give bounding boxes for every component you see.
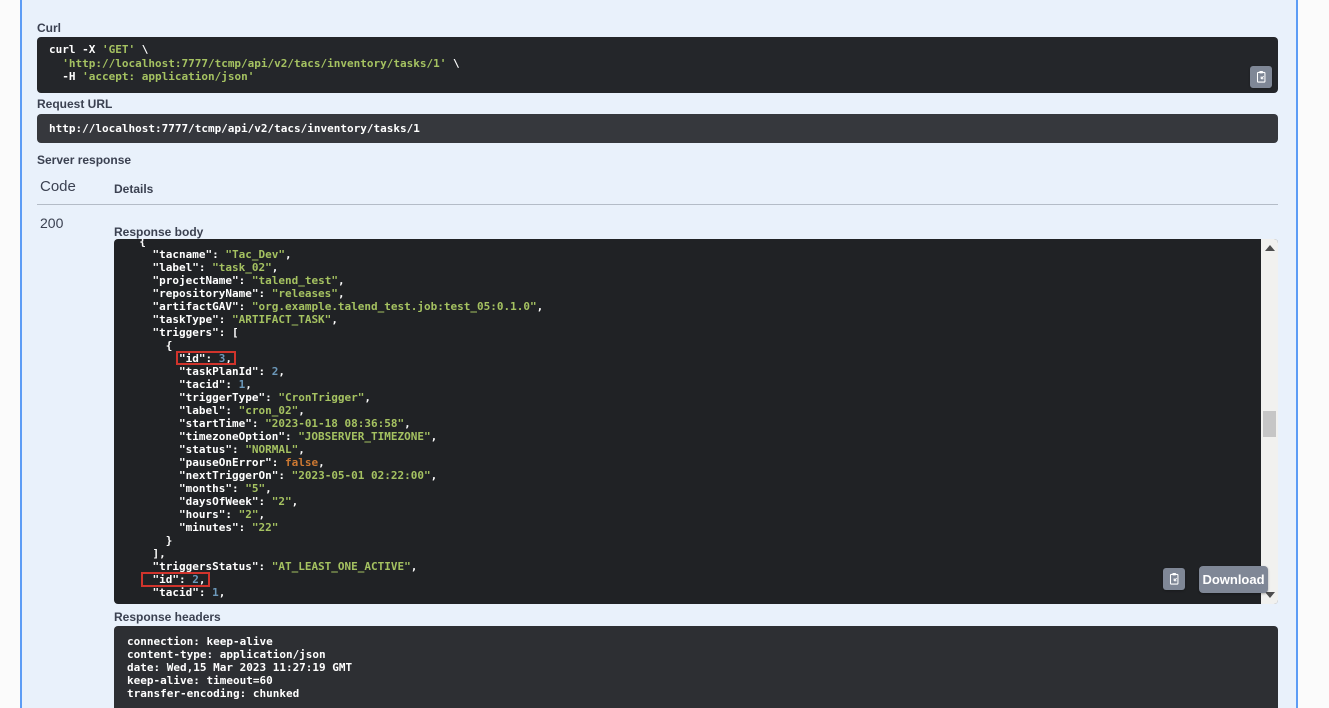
request-url-label: Request URL [37,97,112,111]
code-column-header: Code [40,178,76,195]
curl-label: Curl [37,21,61,35]
request-url-block: http://localhost:7777/tcmp/api/v2/tacs/i… [37,114,1278,143]
response-headers-label: Response headers [114,610,221,624]
response-body-json: { "tacname": "Tac_Dev", "label": "task_0… [114,239,1278,599]
get-operation-panel: Curl curl -X 'GET' \ 'http://localhost:7… [20,0,1298,708]
response-copy-button[interactable] [1163,568,1185,590]
response-body-scrollbar[interactable] [1261,239,1278,604]
browser-viewport: { "labels": { "curl": "Curl", "request_u… [0,0,1329,708]
curl-copy-button[interactable] [1250,66,1272,88]
download-button[interactable]: Download [1199,566,1268,593]
request-url-value: http://localhost:7777/tcmp/api/v2/tacs/i… [37,114,1278,143]
scrollbar-up-arrow-icon[interactable] [1265,245,1275,251]
curl-command-text: curl -X 'GET' \ 'http://localhost:7777/t… [37,37,1278,90]
response-headers-block: connection: keep-alivecontent-type: appl… [114,626,1278,708]
curl-command-block: curl -X 'GET' \ 'http://localhost:7777/t… [37,37,1278,93]
responses-table-divider [37,204,1278,205]
response-body-label: Response body [114,225,203,239]
copy-to-clipboard-icon [1167,572,1181,586]
server-response-label: Server response [37,153,131,167]
status-code: 200 [40,215,63,231]
response-headers-text: connection: keep-alivecontent-type: appl… [114,626,1278,708]
details-column-header: Details [114,182,153,196]
copy-to-clipboard-icon [1254,70,1268,84]
response-body-block[interactable]: { "tacname": "Tac_Dev", "label": "task_0… [114,239,1278,604]
scrollbar-thumb[interactable] [1263,411,1276,437]
scrollbar-down-arrow-icon[interactable] [1265,592,1275,598]
